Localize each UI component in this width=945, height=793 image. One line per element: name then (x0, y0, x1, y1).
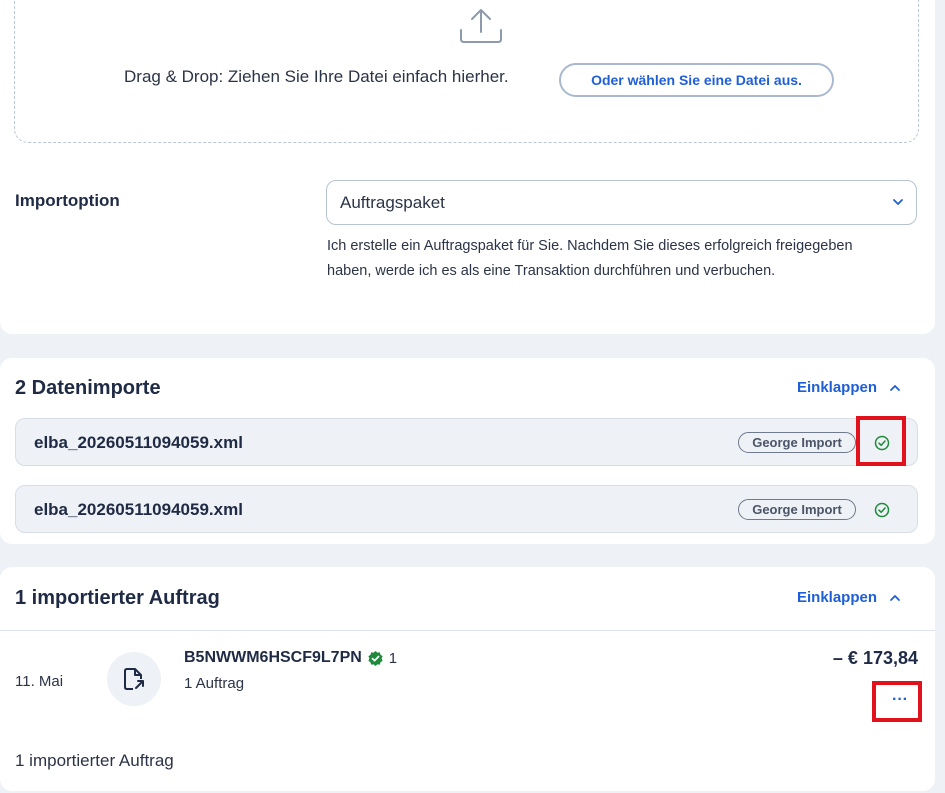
section-title: 1 importierter Auftrag (15, 587, 220, 609)
choose-file-button[interactable]: Oder wählen Sie eine Datei aus. (559, 63, 834, 97)
highlight-box (856, 416, 906, 466)
file-name: elba_20260511094059.xml (34, 433, 243, 452)
collapse-label: Einklappen (797, 379, 878, 396)
collapse-button[interactable]: Einklappen (797, 379, 901, 396)
order-subtitle: 1 Auftrag (184, 675, 245, 692)
order-date: 11. Mai (15, 673, 64, 690)
highlight-box (872, 681, 922, 722)
upload-card: Drag & Drop: Ziehen Sie Ihre Datei einfa… (0, 0, 935, 334)
verified-count: 1 (388, 649, 398, 667)
order-icon-badge (107, 652, 161, 706)
collapse-button[interactable]: Einklappen (797, 589, 901, 606)
verified-badge-icon (368, 650, 383, 666)
import-option-value: Auftragspaket (340, 193, 445, 212)
import-option-label: Importoption (15, 191, 120, 210)
order-amount: – € 173,84 (832, 648, 918, 668)
chevron-up-icon (890, 594, 900, 601)
order-id: B5NWWM6HSCF9L7PN 1 (184, 649, 397, 667)
check-circle-icon (874, 502, 890, 518)
import-file-row[interactable]: elba_20260511094059.xml George Import (15, 418, 918, 466)
import-file-row[interactable]: elba_20260511094059.xml George Import (15, 485, 918, 533)
import-option-select[interactable]: Auftragspaket (326, 180, 917, 225)
document-export-icon (124, 668, 144, 690)
dropzone-text: Drag & Drop: Ziehen Sie Ihre Datei einfa… (124, 67, 509, 86)
chevron-up-icon (890, 384, 900, 391)
data-imports-card: 2 Datenimporte Einklappen elba_202605110… (0, 358, 935, 544)
source-badge: George Import (738, 499, 856, 520)
source-badge: George Import (738, 432, 856, 453)
file-name: elba_20260511094059.xml (34, 500, 243, 519)
imported-orders-card: 1 importierter Auftrag Einklappen 11. Ma… (0, 567, 935, 791)
import-option-help: Ich erstelle ein Auftragspaket für Sie. … (327, 238, 853, 279)
upload-icon (460, 9, 502, 43)
section-title: 2 Datenimporte (15, 377, 161, 399)
collapse-label: Einklappen (797, 589, 878, 606)
orders-footer-text: 1 importierter Auftrag (15, 751, 174, 770)
file-dropzone[interactable]: Drag & Drop: Ziehen Sie Ihre Datei einfa… (14, 0, 919, 143)
chevron-down-icon (893, 199, 903, 205)
divider (0, 630, 935, 631)
order-id-text: B5NWWM6HSCF9L7PN (184, 649, 362, 666)
